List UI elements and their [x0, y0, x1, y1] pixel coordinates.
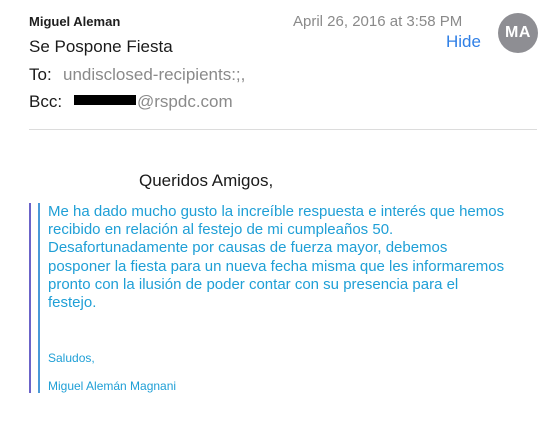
quote-bar-inner: [38, 203, 40, 393]
signature-text: Miguel Alemán Magnani: [48, 379, 177, 393]
quote-line: festejo.: [48, 294, 97, 312]
signoff-text: Saludos,: [48, 351, 95, 365]
quote-line: Desafortunadamente por causas de fuerza …: [48, 239, 448, 257]
quote-line: pronto con la ilusión de poder contar co…: [48, 275, 459, 293]
email-message-view: Miguel Aleman April 26, 2016 at 3:58 PM …: [0, 0, 560, 423]
quote-line: recibido en relación al festejo de mi cu…: [48, 221, 394, 239]
to-recipients[interactable]: undisclosed-recipients:;,: [63, 64, 245, 85]
quoted-message: Me ha dado mucho gusto la increíble resp…: [48, 203, 548, 312]
bcc-recipient[interactable]: @rspdc.com: [74, 91, 233, 112]
message-subject: Se Pospone Fiesta: [29, 37, 173, 56]
redaction-bar: [74, 95, 136, 105]
quote-line: posponer la fiesta para un nueva fecha m…: [48, 257, 505, 275]
message-date: April 26, 2016 at 3:58 PM: [293, 13, 463, 30]
header-divider: [29, 129, 537, 130]
sender-name: Miguel Aleman: [29, 14, 121, 29]
bcc-label: Bcc:: [29, 92, 63, 111]
to-label: To:: [29, 65, 52, 84]
bcc-row: Bcc: @rspdc.com: [29, 91, 233, 112]
bcc-recipient-domain: @rspdc.com: [137, 92, 233, 111]
avatar: MA: [498, 13, 538, 53]
avatar-initials: MA: [505, 24, 531, 41]
quote-line: Me ha dado mucho gusto la increíble resp…: [48, 203, 505, 220]
greeting-text: Queridos Amigos,: [139, 171, 274, 190]
to-row: To: undisclosed-recipients:;,: [29, 64, 245, 85]
quote-bar-outer: [29, 203, 31, 393]
hide-details-link[interactable]: Hide: [446, 31, 481, 52]
